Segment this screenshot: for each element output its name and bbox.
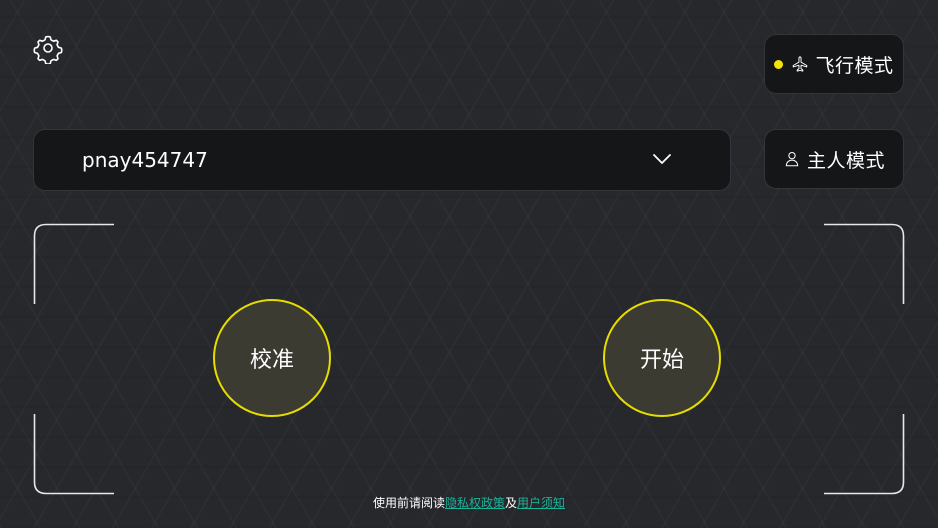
gear-icon <box>33 35 63 65</box>
calibrate-button[interactable]: 校准 <box>213 299 331 417</box>
footer-prefix: 使用前请阅读 <box>372 496 445 510</box>
airplane-icon <box>793 56 808 72</box>
start-button[interactable]: 开始 <box>603 299 721 417</box>
device-select[interactable]: pnay454747 <box>33 129 731 191</box>
person-icon <box>785 151 799 167</box>
privacy-policy-link[interactable]: 隐私权政策 <box>445 496 505 510</box>
settings-button[interactable] <box>32 32 64 65</box>
user-terms-link[interactable]: 用户须知 <box>517 496 565 510</box>
chevron-down-icon <box>653 154 671 164</box>
footer-conjunction: 及 <box>505 496 518 510</box>
flight-mode-label: 飞行模式 <box>815 54 894 77</box>
owner-mode-button[interactable]: 主人模式 <box>764 129 904 189</box>
footer-notice: 使用前请阅读隐私权政策及用户须知 <box>0 494 938 511</box>
active-indicator-dot <box>774 59 784 69</box>
camera-frame-brackets <box>33 223 905 495</box>
start-label: 开始 <box>639 348 684 373</box>
flight-mode-button[interactable]: 飞行模式 <box>764 34 904 94</box>
calibrate-label: 校准 <box>249 348 294 373</box>
owner-mode-label: 主人模式 <box>806 149 885 172</box>
device-select-value: pnay454747 <box>82 148 208 172</box>
